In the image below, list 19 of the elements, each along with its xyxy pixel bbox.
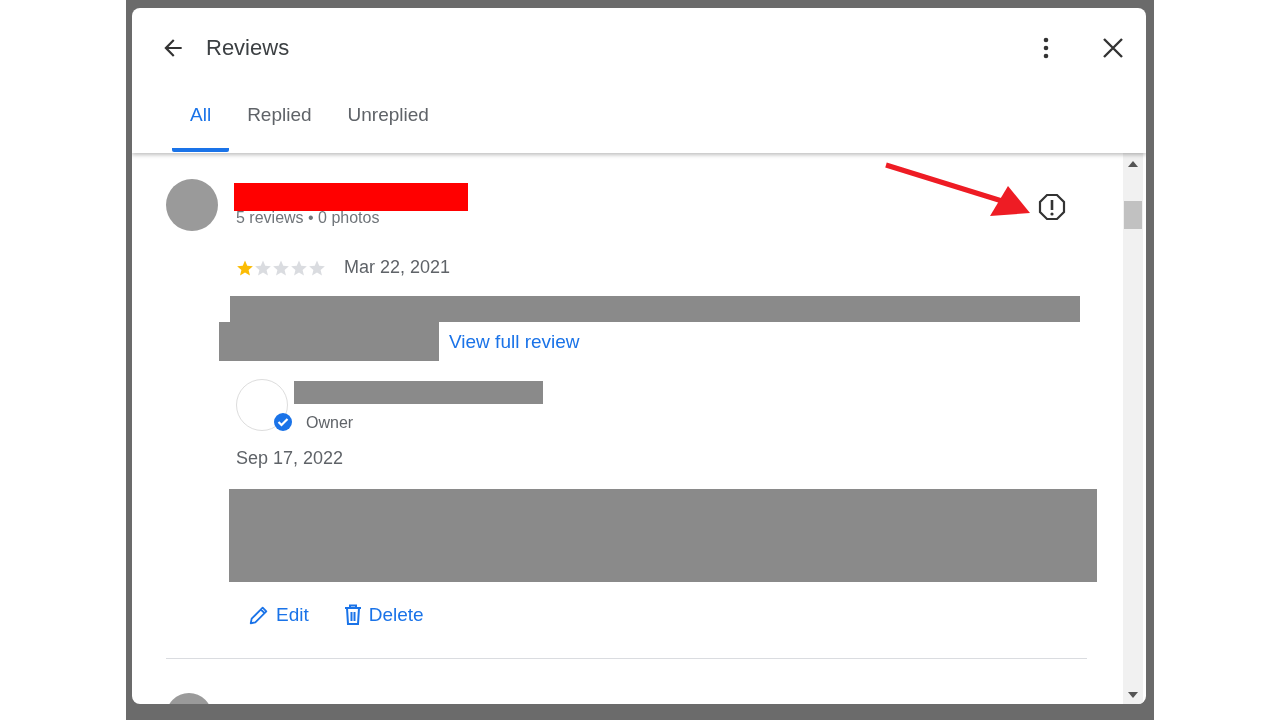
- edit-button[interactable]: Edit: [248, 604, 309, 626]
- more-options-icon[interactable]: [1042, 36, 1050, 60]
- pencil-icon: [248, 604, 270, 626]
- reviewer-stats: 5 reviews • 0 photos: [236, 209, 381, 227]
- delete-button[interactable]: Delete: [342, 604, 424, 626]
- alert-icon[interactable]: [1038, 193, 1066, 221]
- dialog-title: Reviews: [206, 35, 291, 61]
- view-full-review-link[interactable]: View full review: [449, 330, 580, 353]
- trash-icon: [342, 604, 363, 626]
- close-icon[interactable]: [1102, 37, 1124, 59]
- reviewer-avatar: [166, 179, 218, 231]
- owner-label: Owner: [306, 414, 355, 432]
- reply-date: Sep 17, 2022: [236, 448, 345, 469]
- review-date: Mar 22, 2021: [344, 257, 451, 278]
- verified-badge-icon: [273, 412, 293, 432]
- tab[interactable]: Replied: [229, 104, 330, 152]
- scrollbar[interactable]: [1123, 153, 1143, 704]
- tab[interactable]: Unreplied: [329, 104, 447, 152]
- tab[interactable]: All: [172, 104, 230, 152]
